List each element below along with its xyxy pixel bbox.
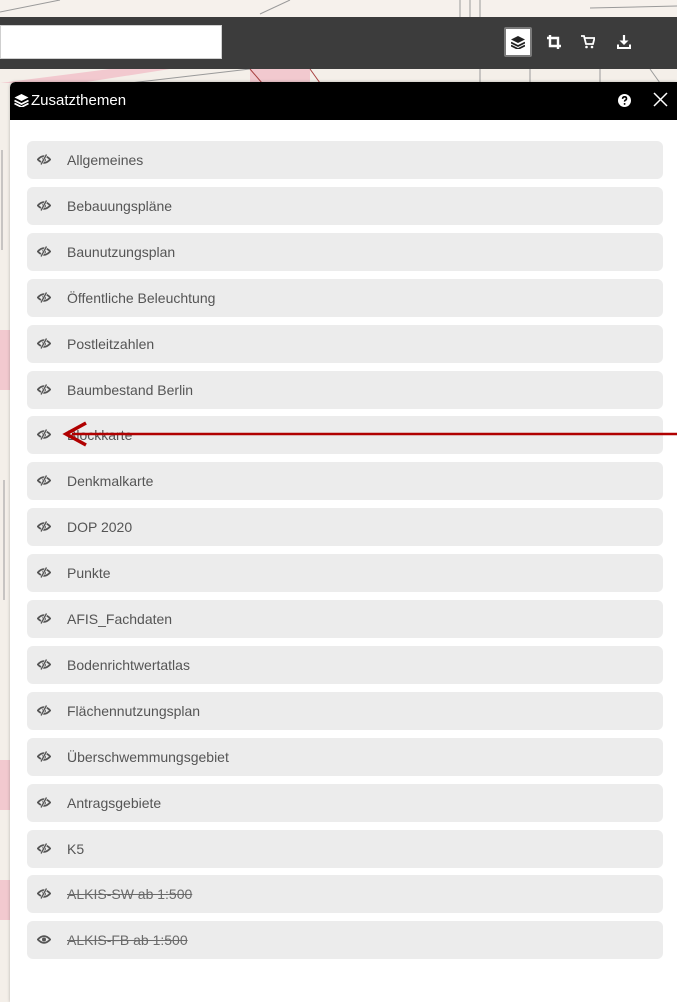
layer-label: Postleitzahlen — [67, 336, 155, 352]
layer-label: Denkmalkarte — [67, 473, 154, 489]
layers-icon — [511, 35, 525, 49]
layer-label: ALKIS-SW ab 1:500 — [67, 886, 193, 902]
eye-icon[interactable] — [37, 934, 51, 945]
layer-item[interactable]: Bodenrichtwertatlas — [27, 646, 663, 684]
additional-themes-panel: Zusatzthemen Allgemeines Bebauungspläne Ba… — [10, 82, 677, 1002]
layer-label: Überschwemmungsgebiet — [67, 749, 229, 765]
layers-icon — [14, 94, 29, 107]
layer-label: Baumbestand Berlin — [67, 382, 194, 398]
cart-button[interactable] — [574, 27, 602, 57]
eye-slash-icon[interactable] — [37, 751, 51, 762]
panel-header: Zusatzthemen — [10, 82, 677, 120]
layer-item[interactable]: Denkmalkarte — [27, 462, 663, 500]
crop-button[interactable] — [540, 27, 568, 57]
cart-icon — [581, 35, 595, 49]
layer-label: Blockkarte — [67, 427, 133, 443]
layer-label: DOP 2020 — [67, 519, 133, 535]
layer-item[interactable]: Blockkarte — [27, 416, 663, 454]
layer-label: K5 — [67, 841, 85, 857]
eye-slash-icon[interactable] — [37, 659, 51, 670]
eye-slash-icon[interactable] — [37, 154, 51, 165]
eye-slash-icon[interactable] — [37, 292, 51, 303]
layer-label: Punkte — [67, 565, 111, 581]
eye-slash-icon[interactable] — [37, 521, 51, 532]
layer-item[interactable]: K5 — [27, 830, 663, 868]
question-circle-icon[interactable] — [618, 94, 631, 107]
eye-slash-icon[interactable] — [37, 567, 51, 578]
layer-item[interactable]: Öffentliche Beleuchtung — [27, 279, 663, 317]
layer-item[interactable]: AFIS_Fachdaten — [27, 600, 663, 638]
eye-slash-icon[interactable] — [37, 797, 51, 808]
layer-item[interactable]: Allgemeines — [27, 141, 663, 179]
layer-label: Antragsgebiete — [67, 795, 162, 811]
layer-label: ALKIS-FB ab 1:500 — [67, 932, 188, 948]
download-button[interactable] — [610, 27, 638, 57]
layer-item[interactable]: Postleitzahlen — [27, 325, 663, 363]
eye-slash-icon[interactable] — [37, 888, 51, 899]
layer-label: Öffentliche Beleuchtung — [67, 290, 216, 306]
layer-item[interactable]: Überschwemmungsgebiet — [27, 738, 663, 776]
download-icon — [617, 35, 631, 49]
search-input[interactable] — [0, 25, 222, 59]
close-icon[interactable] — [653, 92, 668, 107]
top-toolbar — [0, 17, 677, 69]
eye-slash-icon[interactable] — [37, 843, 51, 854]
eye-slash-icon[interactable] — [37, 384, 51, 395]
eye-slash-icon[interactable] — [37, 338, 51, 349]
eye-slash-icon[interactable] — [37, 613, 51, 624]
layer-label: Baunutzungsplan — [67, 244, 176, 260]
layer-label: AFIS_Fachdaten — [67, 611, 173, 627]
layer-item[interactable]: Bebauungspläne — [27, 187, 663, 225]
eye-slash-icon[interactable] — [37, 246, 51, 257]
layer-item[interactable]: Flächennutzungsplan — [27, 692, 663, 730]
crop-icon — [547, 35, 561, 49]
eye-slash-icon[interactable] — [37, 705, 51, 716]
layer-label: Bebauungspläne — [67, 198, 173, 214]
layer-item[interactable]: ALKIS-FB ab 1:500 — [27, 921, 663, 959]
layer-label: Allgemeines — [67, 152, 144, 168]
eye-slash-icon[interactable] — [37, 429, 51, 440]
layer-label: Bodenrichtwertatlas — [67, 657, 190, 673]
layer-item[interactable]: DOP 2020 — [27, 508, 663, 546]
layer-item[interactable]: Baunutzungsplan — [27, 233, 663, 271]
eye-slash-icon[interactable] — [37, 200, 51, 211]
layers-button[interactable] — [504, 27, 532, 57]
layer-label: Flächennutzungsplan — [67, 703, 201, 719]
panel-title: Zusatzthemen — [31, 92, 127, 109]
layer-item[interactable]: ALKIS-SW ab 1:500 — [27, 875, 663, 913]
eye-slash-icon[interactable] — [37, 475, 51, 486]
layer-item[interactable]: Baumbestand Berlin — [27, 371, 663, 409]
layer-item[interactable]: Punkte — [27, 554, 663, 592]
layer-item[interactable]: Antragsgebiete — [27, 784, 663, 822]
